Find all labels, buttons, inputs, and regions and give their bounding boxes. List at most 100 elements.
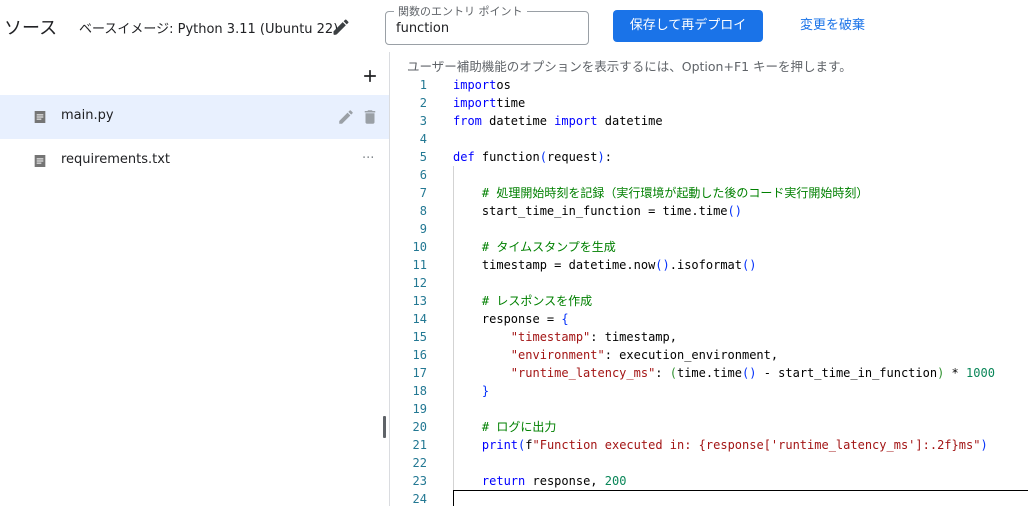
code-token: # ログに出力: [481, 420, 557, 434]
save-and-redeploy-button[interactable]: 保存して再デプロイ: [613, 10, 763, 42]
code-line[interactable]: 20 # ログに出力: [391, 418, 1028, 436]
current-line-highlight: [453, 490, 1028, 506]
code-line[interactable]: 13 # レスポンスを作成: [391, 292, 1028, 310]
code-line[interactable]: 22: [391, 454, 1028, 472]
code-line[interactable]: 18 }: [391, 382, 1028, 400]
code-token: (: [669, 366, 677, 380]
file-item-main-py[interactable]: main.py: [0, 95, 389, 139]
code-line[interactable]: 5 def function(request):: [391, 148, 1028, 166]
code-token: "Function executed in: {response['runtim…: [532, 438, 981, 452]
code-line[interactable]: 2 importtime: [391, 94, 1028, 112]
code-token: # 処理開始時刻を記録（実行環境が起動した後のコード実行開始時刻）: [481, 186, 869, 200]
line-number: 16: [412, 348, 427, 362]
line-number: 7: [419, 186, 427, 200]
code-text: importtime: [453, 94, 525, 112]
line-number: 2: [419, 96, 427, 110]
code-token: import: [453, 78, 497, 92]
code-token: 200: [604, 474, 627, 488]
line-number: 3: [419, 114, 427, 128]
code-text: }: [453, 382, 489, 400]
file-item-requirements-txt[interactable]: requirements.txt ···: [0, 139, 389, 183]
rename-file-icon[interactable]: [337, 108, 355, 126]
code-text: # タイムスタンプを生成: [453, 238, 616, 256]
line-number: 1: [419, 78, 427, 92]
code-line[interactable]: 10 # タイムスタンプを生成: [391, 238, 1028, 256]
page-title: ソース: [4, 18, 58, 39]
code-line[interactable]: 19: [391, 400, 1028, 418]
code-line[interactable]: 1 importos: [391, 76, 1028, 94]
entry-point-input[interactable]: [396, 21, 576, 36]
code-token: from: [453, 114, 482, 128]
code-token: (): [742, 366, 757, 380]
code-text: def function(request):: [453, 148, 612, 166]
delete-file-icon[interactable]: [361, 108, 379, 126]
code-text: "timestamp": timestamp,: [453, 328, 677, 346]
line-number: 24: [412, 492, 427, 506]
code-line[interactable]: 11 timestamp = datetime.now().isoformat(…: [391, 256, 1028, 274]
code-text: timestamp = datetime.now().isoformat(): [453, 256, 757, 274]
entry-point-field[interactable]: 関数のエントリ ポイント: [385, 3, 589, 45]
code-text: print(f"Function executed in: {response[…: [453, 436, 988, 454]
code-line[interactable]: 23 return response, 200: [391, 472, 1028, 490]
code-token: .isoformat: [669, 258, 742, 272]
code-token: time: [496, 96, 526, 110]
line-number: 20: [412, 420, 427, 434]
line-number: 14: [412, 312, 427, 326]
code-token: # タイムスタンプを生成: [481, 240, 616, 254]
code-line[interactable]: 16 "environment": execution_environment,: [391, 346, 1028, 364]
line-number: 5: [419, 150, 427, 164]
code-line[interactable]: 3 from datetime import datetime: [391, 112, 1028, 130]
code-line[interactable]: 24: [391, 490, 1028, 506]
code-line[interactable]: 9: [391, 220, 1028, 238]
base-image-label: ベースイメージ: Python 3.11 (Ubuntu 22): [79, 22, 339, 37]
code-line[interactable]: 8 start_time_in_function = time.time(): [391, 202, 1028, 220]
code-line[interactable]: 4: [391, 130, 1028, 148]
add-file-icon[interactable]: [360, 66, 380, 86]
code-token: ): [980, 438, 988, 452]
sidebar-resize-handle[interactable]: [383, 416, 386, 438]
file-icon: [34, 111, 46, 123]
line-number: 18: [412, 384, 427, 398]
code-line[interactable]: 15 "timestamp": timestamp,: [391, 328, 1028, 346]
code-token: function: [474, 150, 540, 164]
code-text: return response, 200: [453, 472, 627, 490]
file-icon: [34, 155, 46, 167]
edit-base-image-icon[interactable]: [331, 17, 351, 37]
code-token: request: [546, 150, 598, 164]
code-line[interactable]: 21 print(f"Function executed in: {respon…: [391, 436, 1028, 454]
line-number: 23: [412, 474, 427, 488]
code-token: # レスポンスを作成: [481, 294, 593, 308]
line-number: 4: [419, 132, 427, 146]
more-options-icon[interactable]: ···: [362, 151, 374, 166]
file-name: requirements.txt: [61, 152, 171, 167]
code-token: os: [496, 78, 511, 92]
code-line[interactable]: 7 # 処理開始時刻を記録（実行環境が起動した後のコード実行開始時刻）: [391, 184, 1028, 202]
code-token: *: [944, 366, 967, 380]
code-token: return: [481, 474, 526, 488]
code-line[interactable]: 14 response = {: [391, 310, 1028, 328]
code-token: print: [481, 438, 519, 452]
code-token: (): [655, 258, 670, 272]
code-token: "timestamp": [510, 330, 591, 344]
code-line[interactable]: 12: [391, 274, 1028, 292]
code-token: import: [453, 96, 497, 110]
entry-point-label: 関数のエントリ ポイント: [394, 3, 527, 19]
code-line[interactable]: 17 "runtime_latency_ms": (time.time() - …: [391, 364, 1028, 382]
code-line[interactable]: 6: [391, 166, 1028, 184]
code-editor[interactable]: 1 importos 2 importtime 3 from datetime impor…: [391, 76, 1028, 506]
code-token: (): [727, 204, 742, 218]
discard-changes-button[interactable]: 変更を破棄: [790, 10, 875, 42]
line-number: 8: [419, 204, 427, 218]
code-text: # ログに出力: [453, 418, 556, 436]
code-token: import: [554, 114, 598, 128]
code-token: start_time_in_function = time.time: [453, 204, 728, 218]
code-text: # レスポンスを作成: [453, 292, 592, 310]
code-token: :: [604, 150, 612, 164]
